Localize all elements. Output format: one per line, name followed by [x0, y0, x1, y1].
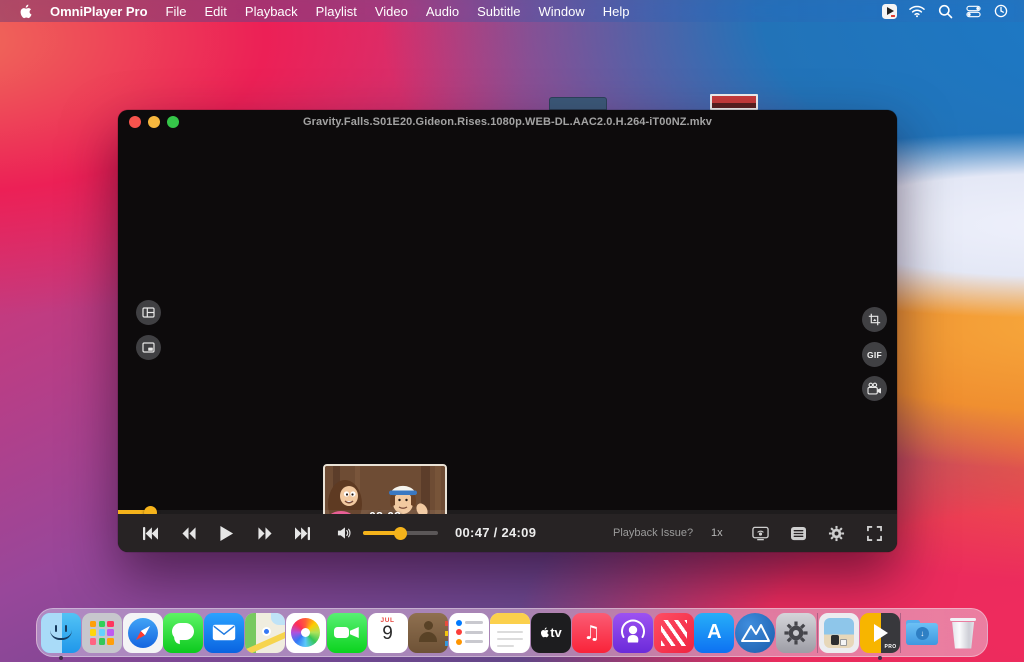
running-indicator [59, 656, 63, 660]
playback-issue-link[interactable]: Playback Issue? [613, 527, 693, 539]
video-area[interactable]: GIF [118, 133, 897, 510]
menu-window[interactable]: Window [529, 4, 593, 19]
window-title: Gravity.Falls.S01E20.Gideon.Rises.1080p.… [118, 116, 897, 128]
dock-music[interactable]: ♫ [572, 613, 612, 653]
playlist-panel-button[interactable] [136, 300, 161, 325]
dock-reminders[interactable] [449, 613, 489, 653]
player-window: Gravity.Falls.S01E20.Gideon.Rises.1080p.… [118, 110, 897, 552]
menu-audio[interactable]: Audio [417, 4, 468, 19]
menu-file[interactable]: File [157, 4, 196, 19]
traffic-lights [129, 116, 179, 128]
next-button[interactable] [294, 526, 311, 541]
omniplayer-status-icon[interactable] [878, 0, 900, 22]
close-button[interactable] [129, 116, 141, 128]
volume-handle[interactable] [394, 527, 407, 540]
dock-notes[interactable] [490, 613, 530, 653]
dock-podcasts[interactable] [613, 613, 653, 653]
menubar-status-icons [878, 0, 1024, 22]
play-button[interactable] [218, 525, 235, 542]
menu-playback[interactable]: Playback [236, 4, 307, 19]
control-center-icon[interactable] [962, 0, 984, 22]
cast-icon[interactable] [752, 526, 769, 541]
omniplayer-pro-badge: PRO [885, 644, 897, 650]
dock-trash[interactable] [943, 613, 983, 653]
running-indicator [878, 656, 882, 660]
menu-video[interactable]: Video [366, 4, 417, 19]
time-display: 00:47 / 24:09 [455, 525, 536, 540]
dock-mail[interactable] [204, 613, 244, 653]
apple-menu-icon[interactable] [10, 4, 41, 19]
dock-maps[interactable] [245, 613, 285, 653]
gif-label: GIF [867, 350, 882, 360]
dock: JUL9 tv ♫ A [36, 608, 988, 657]
dock-finder[interactable] [41, 613, 81, 653]
dock-mountain-app[interactable] [735, 613, 775, 653]
picture-in-picture-button[interactable] [136, 335, 161, 360]
desktop-image-thumbnail [712, 96, 756, 108]
dock-image-viewer[interactable] [819, 613, 859, 653]
menubar-menus: OmniPlayer Pro File Edit Playback Playli… [0, 4, 638, 19]
wifi-icon[interactable] [906, 0, 928, 22]
playlist-icon[interactable] [790, 526, 807, 541]
clock-icon[interactable] [990, 0, 1012, 22]
gif-export-button[interactable]: GIF [862, 342, 887, 367]
dock-messages[interactable] [163, 613, 203, 653]
record-button[interactable] [862, 376, 887, 401]
music-note-glyph: ♫ [583, 622, 600, 644]
dock-downloads[interactable]: ↓ [902, 613, 942, 653]
dock-photos[interactable] [286, 613, 326, 653]
rewind-button[interactable] [180, 526, 197, 541]
volume-icon[interactable] [337, 526, 352, 540]
controls-right-icons [752, 514, 883, 552]
apple-tv-label: tv [550, 625, 562, 640]
dock-news[interactable] [654, 613, 694, 653]
app-store-glyph: A [707, 621, 721, 644]
desktop-image-file-icon[interactable] [710, 94, 758, 110]
zoom-button[interactable] [167, 116, 179, 128]
volume-slider[interactable] [363, 531, 438, 535]
calendar-day: 9 [368, 624, 408, 643]
desktop: OmniPlayer Pro File Edit Playback Playli… [0, 0, 1024, 662]
dock-divider [900, 613, 901, 653]
dock-calendar[interactable]: JUL9 [368, 613, 408, 653]
desktop-file-icon[interactable] [549, 97, 607, 110]
controls-bar: 00:47 / 24:09 Playback Issue? 1x [118, 514, 897, 552]
minimize-button[interactable] [148, 116, 160, 128]
playback-speed-button[interactable]: 1x [711, 527, 723, 539]
spotlight-icon[interactable] [934, 0, 956, 22]
dock-omniplayer-pro[interactable]: PRO [860, 613, 900, 653]
dock-app-store[interactable]: A [694, 613, 734, 653]
fullscreen-icon[interactable] [866, 526, 883, 541]
app-menu-title[interactable]: OmniPlayer Pro [41, 4, 157, 19]
titlebar[interactable]: Gravity.Falls.S01E20.Gideon.Rises.1080p.… [118, 110, 897, 133]
dock-system-preferences[interactable] [776, 613, 816, 653]
fast-forward-button[interactable] [256, 526, 273, 541]
dock-divider [817, 613, 818, 653]
download-arrow-icon: ↓ [916, 627, 929, 640]
dock-apple-tv[interactable]: tv [531, 613, 571, 653]
settings-gear-icon[interactable] [828, 525, 845, 542]
snapshot-button[interactable] [862, 307, 887, 332]
menu-edit[interactable]: Edit [196, 4, 236, 19]
menu-help[interactable]: Help [594, 4, 639, 19]
menu-subtitle[interactable]: Subtitle [468, 4, 529, 19]
dock-safari[interactable] [123, 613, 163, 653]
dock-facetime[interactable] [327, 613, 367, 653]
previous-button[interactable] [142, 526, 159, 541]
dock-launchpad[interactable] [82, 613, 122, 653]
transport-controls [142, 514, 311, 552]
menubar: OmniPlayer Pro File Edit Playback Playli… [0, 0, 1024, 22]
menu-playlist[interactable]: Playlist [307, 4, 366, 19]
dock-contacts[interactable] [408, 613, 448, 653]
